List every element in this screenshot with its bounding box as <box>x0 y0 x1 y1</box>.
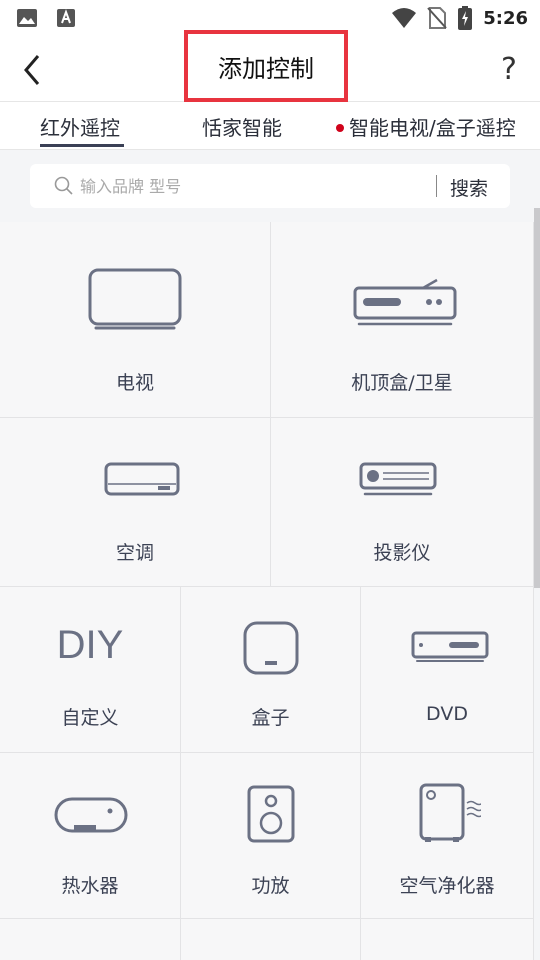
chevron-left-icon <box>24 55 40 85</box>
status-time: 5:26 <box>483 7 528 29</box>
search-divider <box>436 175 437 197</box>
air-purifier-icon <box>419 783 481 842</box>
tv-icon <box>88 268 182 330</box>
device-label: 电视 <box>115 372 154 394</box>
search-input[interactable] <box>80 170 420 202</box>
new-badge-dot <box>336 123 344 132</box>
device-settop-box[interactable]: 机顶盒/卫星 <box>271 222 534 418</box>
device-label: DVD <box>426 703 468 725</box>
text-notification-icon <box>57 9 75 27</box>
tab-infrared-remote[interactable]: 红外遥控 <box>40 112 120 141</box>
help-button[interactable]: ? <box>494 50 524 90</box>
device-box[interactable]: 盒子 <box>181 587 361 753</box>
grid-cell-empty <box>181 919 361 960</box>
device-grid: 电视 机顶盒/卫星 空调 投影仪 DIY 自定义 盒子 DVD 热水器 功放 空… <box>0 222 534 960</box>
device-amplifier[interactable]: 功放 <box>181 753 361 919</box>
device-air-purifier[interactable]: 空气净化器 <box>361 753 534 919</box>
device-tv[interactable]: 电视 <box>0 222 271 418</box>
no-sim-icon <box>427 7 447 29</box>
device-air-conditioner[interactable]: 空调 <box>0 418 271 587</box>
device-label: 机顶盒/卫星 <box>351 372 453 394</box>
search-bar: 搜索 <box>30 164 510 208</box>
tab-bar: 红外遥控 恬家智能 智能电视/盒子遥控 <box>0 102 540 150</box>
search-icon <box>54 176 73 195</box>
grid-cell-empty <box>361 919 534 960</box>
speaker-icon <box>247 785 295 843</box>
battery-charging-icon <box>458 6 473 30</box>
device-projector[interactable]: 投影仪 <box>271 418 534 587</box>
device-water-heater[interactable]: 热水器 <box>0 753 181 919</box>
tab-smart-tv-box-remote[interactable]: 智能电视/盒子遥控 <box>336 112 516 141</box>
device-label: 投影仪 <box>373 542 431 564</box>
projector-icon <box>359 462 437 496</box>
active-tab-indicator <box>40 144 124 147</box>
back-button[interactable] <box>14 50 54 90</box>
air-conditioner-icon <box>104 462 180 496</box>
device-label: 功放 <box>251 875 290 897</box>
device-label: 空调 <box>115 542 154 564</box>
image-notification-icon <box>17 9 37 27</box>
grid-cell-empty <box>0 919 181 960</box>
box-icon <box>243 621 299 675</box>
dvd-icon <box>411 631 489 662</box>
device-dvd[interactable]: DVD <box>361 587 534 753</box>
diy-icon: DIY <box>56 623 124 667</box>
tab-smart-tv-box-remote-label: 智能电视/盒子遥控 <box>349 116 516 140</box>
settop-box-icon <box>353 278 457 326</box>
device-label: 空气净化器 <box>399 875 495 897</box>
page-title: 添加控制 <box>218 54 314 83</box>
wifi-icon <box>392 8 417 28</box>
device-label: 热水器 <box>61 875 119 897</box>
scrollbar[interactable] <box>534 208 540 588</box>
title-bar: 添加控制 ? <box>0 30 540 102</box>
page-title-highlight: 添加控制 <box>184 30 348 102</box>
search-button[interactable]: 搜索 <box>450 174 488 201</box>
tab-tianjia-smart[interactable]: 恬家智能 <box>202 112 282 141</box>
device-diy[interactable]: DIY 自定义 <box>0 587 181 753</box>
water-heater-icon <box>54 797 128 833</box>
device-label: 自定义 <box>61 707 119 729</box>
device-label: 盒子 <box>251 707 290 729</box>
